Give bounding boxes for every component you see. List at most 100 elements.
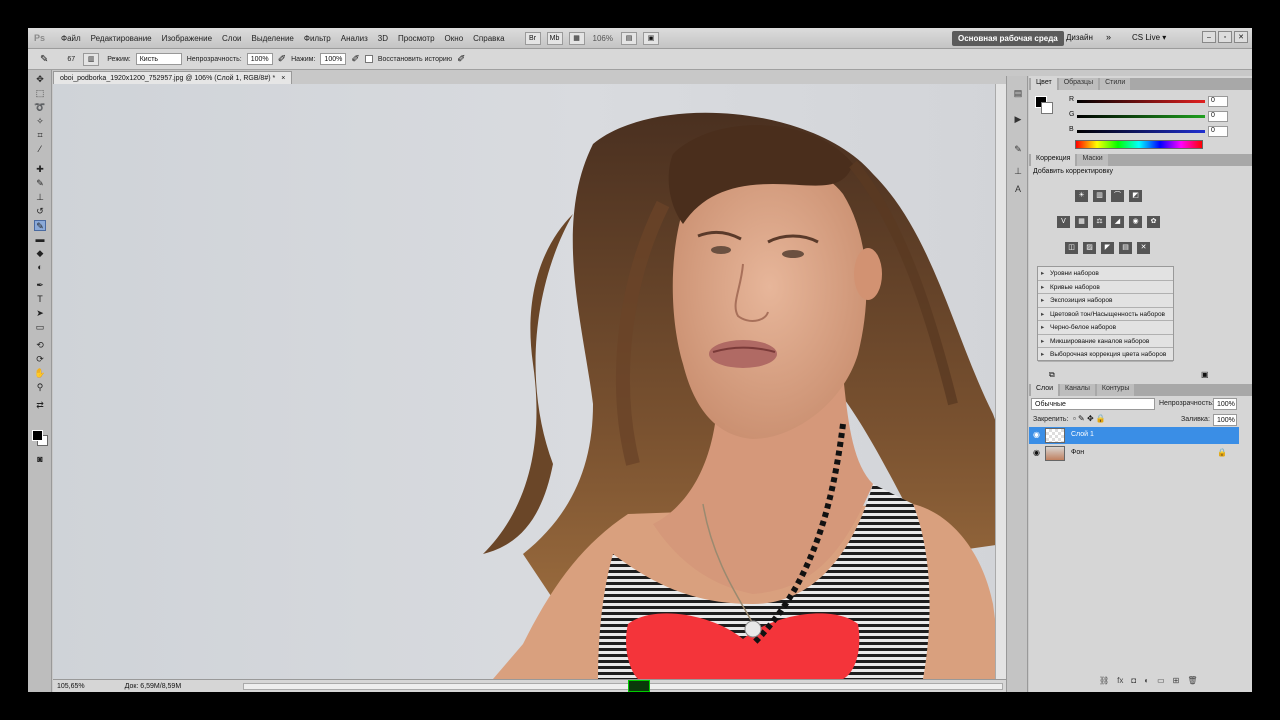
- list-item[interactable]: Выборочная коррекция цвета наборов: [1038, 348, 1173, 362]
- tab-adjustments[interactable]: Коррекция: [1031, 154, 1076, 166]
- workspace-button[interactable]: Основная рабочая среда: [952, 31, 1064, 46]
- healing-tool-icon[interactable]: ✚: [34, 164, 46, 175]
- type-tool-icon[interactable]: T: [34, 294, 46, 305]
- layer-opacity-input[interactable]: 100%: [1213, 398, 1237, 410]
- vibrance-icon[interactable]: V: [1057, 216, 1070, 228]
- tab-layers[interactable]: Слои: [1031, 384, 1059, 396]
- crop-tool-icon[interactable]: ⌗: [34, 130, 46, 141]
- tab-channels[interactable]: Каналы: [1060, 384, 1095, 396]
- eyedropper-tool-icon[interactable]: ⁄: [34, 144, 46, 155]
- list-item[interactable]: Уровни наборов: [1038, 267, 1173, 281]
- history-panel-icon[interactable]: ▤: [1011, 88, 1025, 100]
- actions-panel-icon[interactable]: ▶: [1011, 114, 1025, 126]
- red-track[interactable]: [1077, 100, 1205, 103]
- menu-filter[interactable]: Фильтр: [299, 34, 336, 43]
- list-item[interactable]: Микширование каналов наборов: [1038, 335, 1173, 348]
- list-item[interactable]: Черно-белое наборов: [1038, 321, 1173, 335]
- delete-layer-icon[interactable]: 🗑: [1187, 676, 1197, 685]
- tab-styles[interactable]: Стили: [1100, 78, 1131, 90]
- layer-row-background[interactable]: ◉ Фон 🔒: [1029, 445, 1239, 462]
- restore-history-checkbox[interactable]: [364, 55, 373, 63]
- mode-select[interactable]: Кисть: [135, 53, 182, 65]
- selective-color-icon[interactable]: ✕: [1137, 242, 1150, 254]
- design-workspace-button[interactable]: Дизайн: [1066, 33, 1093, 42]
- list-item[interactable]: Кривые наборов: [1038, 281, 1173, 294]
- marquee-tool-icon[interactable]: ⬚: [34, 88, 46, 99]
- list-item[interactable]: Цветовой тон/Насыщенность наборов: [1038, 308, 1173, 321]
- status-doc-size[interactable]: Док: 6,59M/8,59M: [125, 683, 182, 690]
- layer-style-icon[interactable]: fx: [1117, 676, 1123, 685]
- cs-live-button[interactable]: CS Live ▾: [1132, 33, 1166, 42]
- mini-bridge-icon[interactable]: Mb: [546, 31, 563, 45]
- tab-color[interactable]: Цвет: [1031, 78, 1057, 90]
- red-slider[interactable]: R 0: [1069, 96, 1249, 108]
- foreground-color-swatch[interactable]: [32, 430, 43, 441]
- visibility-eye-icon[interactable]: ◉: [1033, 448, 1040, 457]
- bridge-icon[interactable]: Br: [524, 31, 541, 45]
- character-panel-icon[interactable]: A: [1011, 184, 1025, 196]
- menu-layers[interactable]: Слои: [217, 34, 246, 43]
- brush-tool-icon[interactable]: ✎: [40, 54, 48, 65]
- blur-tool-icon[interactable]: ◆: [34, 248, 46, 259]
- blue-track[interactable]: [1077, 130, 1205, 133]
- list-item[interactable]: Экспозиция наборов: [1038, 294, 1173, 308]
- posterize-icon[interactable]: ▨: [1083, 242, 1096, 254]
- brush-presets-panel-icon[interactable]: ✎: [1011, 144, 1025, 156]
- maximize-icon[interactable]: ▫: [1218, 31, 1232, 43]
- brightness-icon[interactable]: ☀: [1075, 190, 1088, 202]
- layer-name[interactable]: Слой 1: [1071, 431, 1094, 438]
- photo-filter-icon[interactable]: ◉: [1129, 216, 1142, 228]
- document-canvas[interactable]: [53, 84, 1019, 679]
- arrange-icon[interactable]: ▤: [621, 31, 637, 45]
- brush-size[interactable]: 67: [67, 56, 75, 63]
- more-workspaces-icon[interactable]: »: [1106, 32, 1111, 42]
- menu-edit[interactable]: Редактирование: [86, 34, 157, 43]
- fill-input[interactable]: 100%: [1213, 414, 1237, 426]
- brush-tool-icon[interactable]: ✎: [34, 178, 46, 189]
- gradient-map-icon[interactable]: ▤: [1119, 242, 1132, 254]
- zoom-tool-icon[interactable]: ⚲: [34, 382, 46, 393]
- stamp-tool-icon[interactable]: ⊥: [34, 192, 46, 203]
- menu-image[interactable]: Изображение: [157, 34, 217, 43]
- menu-analysis[interactable]: Анализ: [336, 34, 373, 43]
- quick-select-tool-icon[interactable]: ✧: [34, 116, 46, 127]
- clone-source-panel-icon[interactable]: ⊥: [1011, 166, 1025, 178]
- shape-tool-icon[interactable]: ▭: [34, 322, 46, 333]
- blend-mode-select[interactable]: Обычные: [1031, 398, 1155, 410]
- add-mask-icon[interactable]: ◘: [1131, 676, 1136, 685]
- menu-help[interactable]: Справка: [468, 34, 509, 43]
- document-tab[interactable]: oboi_podborka_1920x1200_752957.jpg @ 106…: [53, 71, 293, 84]
- move-tool-icon[interactable]: ✥: [34, 74, 46, 85]
- status-zoom[interactable]: 105,65%: [57, 683, 85, 690]
- opacity-input[interactable]: 100%: [246, 53, 273, 65]
- color-spectrum[interactable]: [1075, 140, 1203, 149]
- lock-icons[interactable]: ▫ ✎ ✥ 🔒: [1073, 414, 1106, 423]
- vertical-scrollbar[interactable]: [995, 84, 1006, 679]
- color-bg-swatch[interactable]: [1041, 102, 1053, 114]
- layer-row-layer1[interactable]: ◉ Слой 1: [1029, 427, 1239, 444]
- channel-mixer-icon[interactable]: ✿: [1147, 216, 1160, 228]
- menu-window[interactable]: Окно: [440, 34, 469, 43]
- dodge-tool-icon[interactable]: ◐: [34, 262, 46, 273]
- green-value[interactable]: 0: [1208, 111, 1228, 122]
- zoom-level[interactable]: 106%: [588, 34, 618, 43]
- adjust-delete-icon[interactable]: ▣: [1201, 370, 1209, 379]
- airbrush-icon[interactable]: ✐: [351, 54, 359, 65]
- new-adjustment-icon[interactable]: ◐: [1144, 676, 1149, 685]
- menu-file[interactable]: Файл: [56, 34, 86, 43]
- new-group-icon[interactable]: ▭: [1157, 676, 1165, 685]
- green-slider[interactable]: G 0: [1069, 111, 1249, 123]
- blue-slider[interactable]: B 0: [1069, 126, 1249, 138]
- threshold-icon[interactable]: ◤: [1101, 242, 1114, 254]
- pen-tool-icon[interactable]: ✒: [34, 280, 46, 291]
- levels-icon[interactable]: ▥: [1093, 190, 1106, 202]
- path-select-tool-icon[interactable]: ➤: [34, 308, 46, 319]
- visibility-eye-icon[interactable]: ◉: [1033, 430, 1040, 439]
- invert-icon[interactable]: ◫: [1065, 242, 1078, 254]
- brush-panel-icon[interactable]: ▥: [83, 52, 100, 66]
- history-brush-tool-icon[interactable]: ↺: [34, 206, 46, 217]
- swap-colors-icon[interactable]: ⇄: [34, 400, 46, 411]
- hue-saturation-icon[interactable]: ▦: [1075, 216, 1088, 228]
- close-icon[interactable]: ✕: [1234, 31, 1248, 43]
- curves-icon[interactable]: ⌒: [1111, 190, 1124, 202]
